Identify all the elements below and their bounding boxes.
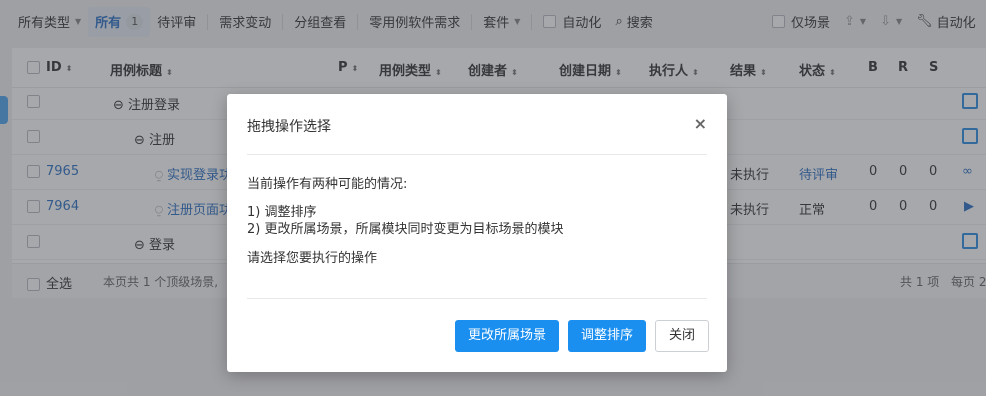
reorder-button[interactable]: 调整排序 bbox=[568, 320, 647, 352]
dialog-message-intro: 当前操作有两种可能的情况: bbox=[247, 177, 408, 192]
dialog-divider bbox=[247, 298, 707, 299]
dialog-prompt: 请选择您要执行的操作 bbox=[247, 251, 378, 266]
dialog-option-reorder: 1) 调整排序 bbox=[247, 205, 317, 220]
change-scene-button[interactable]: 更改所属场景 bbox=[455, 320, 560, 352]
dialog-divider bbox=[247, 154, 707, 155]
dialog-title: 拖拽操作选择 bbox=[247, 119, 331, 135]
drag-action-dialog: 拖拽操作选择 × 当前操作有两种可能的情况: 1) 调整排序 2) 更改所属场景… bbox=[227, 94, 727, 372]
close-icon[interactable]: × bbox=[694, 114, 707, 133]
close-button[interactable]: 关闭 bbox=[655, 320, 710, 352]
dialog-option-change-scene: 2) 更改所属场景，所属模块同时变更为目标场景的模块 bbox=[247, 222, 564, 237]
